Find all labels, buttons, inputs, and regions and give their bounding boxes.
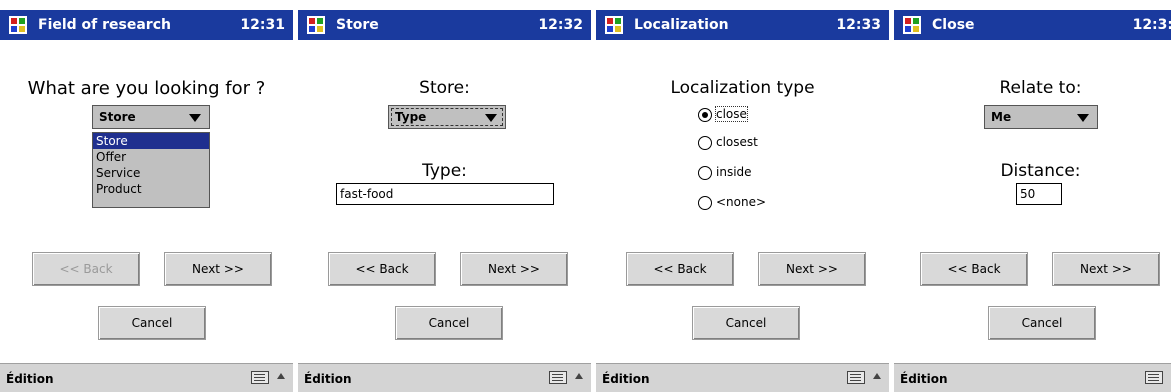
radio-closest[interactable] (698, 136, 712, 150)
dropdown-value: Store (99, 110, 136, 124)
clock[interactable]: 12:31 (240, 17, 285, 33)
radio-close[interactable] (698, 108, 712, 122)
screen-store: Store 12:32 Store: Type Type: fast-food … (298, 0, 591, 392)
window-title: Store (336, 17, 379, 33)
list-item[interactable]: Offer (93, 149, 209, 165)
up-arrow-icon[interactable] (575, 373, 583, 379)
dropdown-caret-icon (1077, 114, 1089, 122)
research-type-dropdown[interactable]: Store (92, 105, 210, 129)
type-label: Type: (422, 161, 467, 181)
relate-to-dropdown[interactable]: Me (984, 105, 1098, 129)
next-button[interactable]: Next >> (460, 252, 568, 286)
content-area: Relate to: Me Distance: 50 << Back Next … (894, 40, 1171, 364)
menu-bar: Édition (298, 363, 591, 392)
dropdown-value: Type (395, 110, 427, 124)
clock[interactable]: 12:33 (836, 17, 881, 33)
next-button[interactable]: Next >> (758, 252, 866, 286)
edition-menu[interactable]: Édition (6, 372, 54, 386)
cancel-button[interactable]: Cancel (395, 306, 503, 340)
title-bar: Close 12:3: (894, 10, 1171, 40)
radio-label[interactable]: closest (716, 135, 758, 149)
back-button[interactable]: << Back (32, 252, 140, 286)
keyboard-icon[interactable] (1145, 371, 1163, 384)
back-button[interactable]: << Back (328, 252, 436, 286)
dropdown-caret-icon (485, 114, 497, 122)
windows-flag-icon[interactable] (604, 15, 624, 35)
title-bar: Localization 12:33 (596, 10, 889, 40)
dropdown-value: Me (991, 110, 1012, 124)
back-button[interactable]: << Back (920, 252, 1028, 286)
dropdown-caret-icon (189, 114, 201, 122)
radio-inside[interactable] (698, 166, 712, 180)
up-arrow-icon[interactable] (277, 373, 285, 379)
window-title: Field of research (38, 17, 171, 33)
cancel-button[interactable]: Cancel (692, 306, 800, 340)
menu-bar: Édition (0, 363, 293, 392)
windows-flag-icon[interactable] (306, 15, 326, 35)
keyboard-icon[interactable] (251, 371, 269, 384)
radio-label[interactable]: inside (716, 165, 752, 179)
distance-label: Distance: (1000, 161, 1081, 181)
cancel-button[interactable]: Cancel (98, 306, 206, 340)
list-item[interactable]: Store (93, 133, 209, 149)
content-area: What are you looking for ? Store Store O… (0, 40, 293, 364)
screen-field-of-research: Field of research 12:31 What are you loo… (0, 0, 293, 392)
next-button[interactable]: Next >> (1052, 252, 1160, 286)
type-input[interactable]: fast-food (336, 183, 554, 205)
up-arrow-icon[interactable] (873, 373, 881, 379)
store-label: Store: (419, 78, 470, 98)
title-bar: Store 12:32 (298, 10, 591, 40)
relate-to-label: Relate to: (999, 78, 1082, 98)
window-title: Localization (634, 17, 729, 33)
edition-menu[interactable]: Édition (304, 372, 352, 386)
edition-menu[interactable]: Édition (602, 372, 650, 386)
next-button[interactable]: Next >> (164, 252, 272, 286)
screen-localization: Localization 12:33 Localization type clo… (596, 0, 889, 392)
list-item[interactable]: Service (93, 165, 209, 181)
menu-bar: Édition (596, 363, 889, 392)
menu-bar: Édition (894, 363, 1171, 392)
radio-label[interactable]: close (715, 106, 748, 122)
localization-type-label: Localization type (670, 78, 815, 98)
edition-menu[interactable]: Édition (900, 372, 948, 386)
window-title: Close (932, 17, 975, 33)
list-item[interactable]: Product (93, 181, 209, 197)
keyboard-icon[interactable] (549, 371, 567, 384)
clock[interactable]: 12:32 (538, 17, 583, 33)
windows-flag-icon[interactable] (8, 15, 28, 35)
keyboard-icon[interactable] (847, 371, 865, 384)
screen-close: Close 12:3: Relate to: Me Distance: 50 <… (894, 0, 1171, 392)
back-button[interactable]: << Back (626, 252, 734, 286)
windows-flag-icon[interactable] (902, 15, 922, 35)
radio-none[interactable] (698, 196, 712, 210)
radio-label[interactable]: <none> (716, 195, 766, 209)
store-type-dropdown[interactable]: Type (388, 105, 506, 129)
dropdown-list[interactable]: Store Offer Service Product (92, 132, 210, 208)
distance-input[interactable]: 50 (1016, 183, 1062, 205)
title-bar: Field of research 12:31 (0, 10, 293, 40)
clock[interactable]: 12:3: (1133, 17, 1171, 33)
cancel-button[interactable]: Cancel (988, 306, 1096, 340)
content-area: Store: Type Type: fast-food << Back Next… (298, 40, 591, 364)
content-area: Localization type close closest inside <… (596, 40, 889, 364)
question-label: What are you looking for ? (27, 78, 266, 99)
